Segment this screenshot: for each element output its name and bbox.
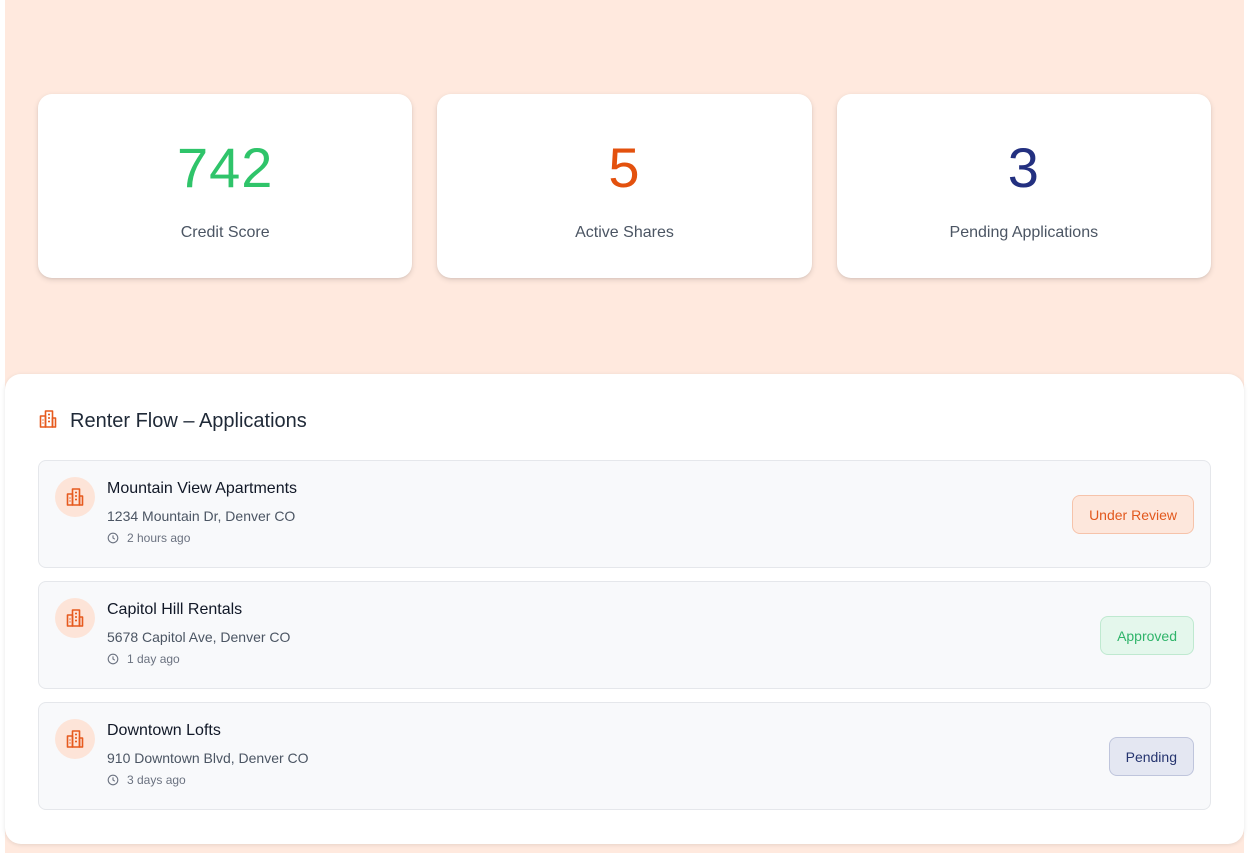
clock-icon (107, 653, 119, 665)
panel-title: Renter Flow – Applications (70, 409, 307, 432)
status-badge: Under Review (1072, 495, 1194, 534)
time-text: 1 day ago (127, 652, 180, 666)
building-icon (55, 719, 95, 759)
application-list: Mountain View Apartments 1234 Mountain D… (38, 460, 1211, 810)
application-name: Mountain View Apartments (107, 480, 298, 497)
building-icon (38, 409, 58, 434)
building-icon (55, 477, 95, 517)
credit-score-card: 742 Credit Score (38, 94, 413, 278)
application-address: 1234 Mountain Dr, Denver CO (107, 508, 296, 524)
status-badge: Pending (1108, 737, 1194, 776)
pending-applications-card: 3 Pending Applications (836, 94, 1211, 278)
active-shares-label: Active Shares (575, 224, 674, 241)
panel-header: Renter Flow – Applications (38, 409, 307, 433)
status-badge: Approved (1100, 616, 1194, 655)
building-icon (55, 598, 95, 638)
clock-icon (107, 774, 119, 786)
active-shares-value: 5 (608, 136, 641, 199)
application-item-downtown-lofts[interactable]: Downtown Lofts 910 Downtown Blvd, Denver… (38, 702, 1211, 810)
credit-score-label: Credit Score (180, 224, 270, 241)
clock-icon (107, 532, 119, 544)
time-text: 2 hours ago (127, 531, 191, 545)
application-address: 5678 Capitol Ave, Denver CO (107, 629, 291, 645)
application-time: 3 days ago (107, 773, 186, 787)
stats-row: 742 Credit Score 5 Active Shares 3 Pendi… (38, 94, 1211, 278)
credit-score-value: 742 (176, 136, 274, 199)
application-item-mountain-view[interactable]: Mountain View Apartments 1234 Mountain D… (38, 460, 1211, 568)
application-address: 910 Downtown Blvd, Denver CO (107, 750, 309, 766)
applications-panel: Renter Flow – Applications Mountain View… (5, 374, 1244, 844)
application-name: Capitol Hill Rentals (107, 601, 243, 618)
pending-applications-value: 3 (1007, 136, 1040, 199)
application-time: 2 hours ago (107, 531, 190, 545)
active-shares-card: 5 Active Shares (437, 94, 812, 278)
application-time: 1 day ago (107, 652, 180, 666)
application-name: Downtown Lofts (107, 722, 221, 739)
application-item-capitol-hill[interactable]: Capitol Hill Rentals 5678 Capitol Ave, D… (38, 581, 1211, 689)
time-text: 3 days ago (127, 773, 186, 787)
pending-applications-label: Pending Applications (949, 224, 1099, 241)
